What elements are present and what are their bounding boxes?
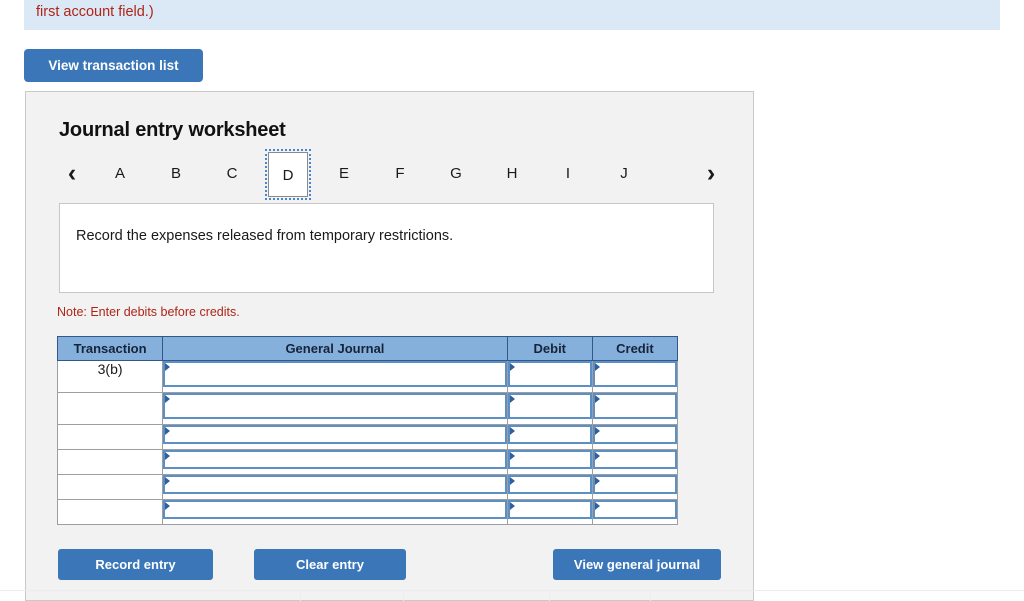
view-general-journal-button[interactable]: View general journal <box>553 549 721 580</box>
instruction-line-1: Community Hospital is a not-for-profit h… <box>36 0 990 3</box>
cell-debit[interactable] <box>506 449 593 475</box>
transaction-description-text: Record the expenses released from tempor… <box>76 228 454 244</box>
cell-credit[interactable] <box>591 360 679 393</box>
cell-credit-input[interactable] <box>592 361 677 387</box>
table-body: 3(b) <box>56 360 679 525</box>
cell-transaction <box>56 499 164 525</box>
cell-transaction <box>56 474 164 500</box>
footer-tick <box>300 592 301 601</box>
cell-general-journal[interactable] <box>162 449 508 475</box>
table-header-row: Transaction General Journal Debit Credit <box>56 336 679 361</box>
cell-debit[interactable] <box>506 392 593 425</box>
instruction-banner: Community Hospital is a not-for-profit h… <box>24 0 1000 30</box>
cell-transaction: 3(b) <box>56 360 164 393</box>
cell-general-journal-input[interactable] <box>163 450 507 469</box>
cell-general-journal-input[interactable] <box>163 393 507 419</box>
cell-credit[interactable] <box>591 449 679 475</box>
cell-credit-input[interactable] <box>592 475 677 494</box>
cell-credit-input[interactable] <box>592 425 677 444</box>
worksheet-title: Journal entry worksheet <box>59 119 286 141</box>
table-row <box>56 449 679 475</box>
column-header-general-journal: General Journal <box>162 336 508 361</box>
instruction-alert-text: (If no entry is required for a transacti… <box>337 0 896 1</box>
footer-tick <box>650 592 651 601</box>
chevron-right-icon[interactable]: › <box>698 153 724 193</box>
cell-debit[interactable] <box>506 424 593 450</box>
cell-credit-input[interactable] <box>592 500 677 519</box>
cell-general-journal-input[interactable] <box>163 361 507 387</box>
journal-entry-worksheet-card: Journal entry worksheet ‹ › ABCDEFGHIJ R… <box>25 91 754 601</box>
table-row <box>56 499 679 525</box>
worksheet-tab-i[interactable]: I <box>548 157 588 191</box>
instruction-context-text: Community Hospital is a not-for-profit h… <box>36 0 333 1</box>
column-header-credit: Credit <box>591 336 679 361</box>
footer-divider <box>0 590 1024 591</box>
cell-debit-input[interactable] <box>507 393 592 419</box>
worksheet-tab-j[interactable]: J <box>604 157 644 191</box>
cell-transaction <box>56 449 164 475</box>
general-journal-table: Transaction General Journal Debit Credit… <box>56 336 679 525</box>
cell-general-journal[interactable] <box>162 499 508 525</box>
cell-credit-input[interactable] <box>592 450 677 469</box>
clear-entry-button[interactable]: Clear entry <box>254 549 406 580</box>
cell-credit-input[interactable] <box>592 393 677 419</box>
footer-tick <box>403 592 404 601</box>
table-header: Transaction General Journal Debit Credit <box>56 336 679 361</box>
record-entry-button[interactable]: Record entry <box>58 549 213 580</box>
cell-debit-input[interactable] <box>507 475 592 494</box>
cell-debit[interactable] <box>506 499 593 525</box>
cell-debit-input[interactable] <box>507 500 592 519</box>
cell-debit-input[interactable] <box>507 361 592 387</box>
table-row <box>56 474 679 500</box>
cell-transaction <box>56 392 164 425</box>
instruction-line-2: first account field.) <box>36 4 154 20</box>
worksheet-tab-e[interactable]: E <box>324 157 364 191</box>
transaction-description-box: Record the expenses released from tempor… <box>59 203 714 293</box>
chevron-left-icon[interactable]: ‹ <box>59 153 85 193</box>
worksheet-tab-g[interactable]: G <box>436 157 476 191</box>
cell-credit[interactable] <box>591 424 679 450</box>
cell-transaction <box>56 424 164 450</box>
footer-tick <box>549 592 550 601</box>
worksheet-tab-c[interactable]: C <box>212 157 252 191</box>
cell-debit-input[interactable] <box>507 425 592 444</box>
cell-general-journal-input[interactable] <box>163 500 507 519</box>
column-header-transaction: Transaction <box>56 336 164 361</box>
page-root: Community Hospital is a not-for-profit h… <box>0 0 1024 601</box>
worksheet-tab-d[interactable]: D <box>265 149 311 200</box>
table-row <box>56 424 679 450</box>
cell-debit-input[interactable] <box>507 450 592 469</box>
cell-credit[interactable] <box>591 499 679 525</box>
cell-general-journal[interactable] <box>162 424 508 450</box>
cell-debit[interactable] <box>506 474 593 500</box>
cell-debit[interactable] <box>506 360 593 393</box>
debits-before-credits-note: Note: Enter debits before credits. <box>57 305 240 319</box>
worksheet-tab-b[interactable]: B <box>156 157 196 191</box>
column-header-debit: Debit <box>506 336 593 361</box>
view-transaction-list-button[interactable]: View transaction list <box>24 49 203 82</box>
worksheet-tabstrip: ‹ › ABCDEFGHIJ <box>59 149 724 200</box>
cell-credit[interactable] <box>591 474 679 500</box>
cell-credit[interactable] <box>591 392 679 425</box>
table-row <box>56 392 679 425</box>
cell-general-journal-input[interactable] <box>163 425 507 444</box>
worksheet-tab-f[interactable]: F <box>380 157 420 191</box>
worksheet-tab-a[interactable]: A <box>100 157 140 191</box>
cell-general-journal[interactable] <box>162 360 508 393</box>
cell-general-journal-input[interactable] <box>163 475 507 494</box>
cell-general-journal[interactable] <box>162 474 508 500</box>
worksheet-tab-h[interactable]: H <box>492 157 532 191</box>
cell-general-journal[interactable] <box>162 392 508 425</box>
table-row: 3(b) <box>56 360 679 393</box>
